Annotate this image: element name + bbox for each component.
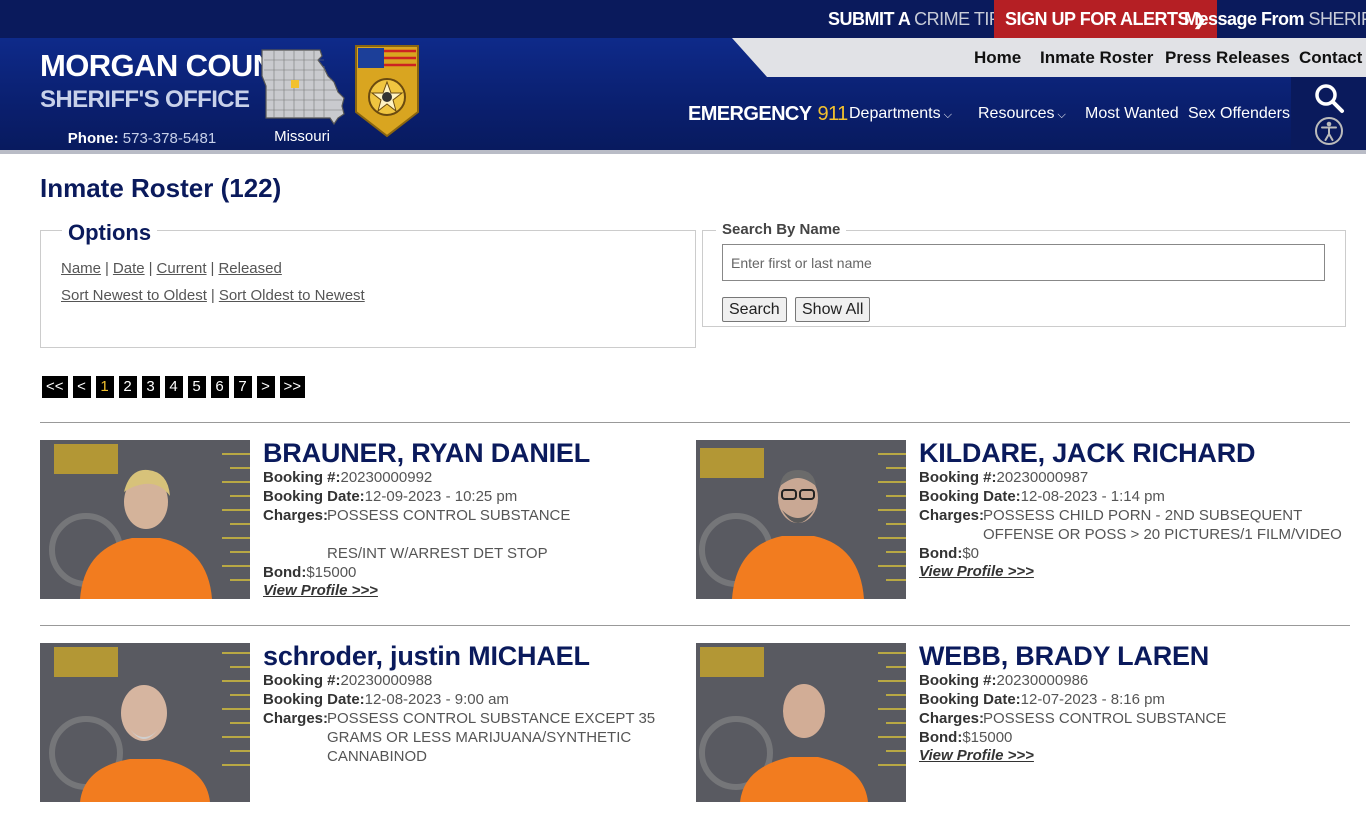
filter-released-link[interactable]: Released — [218, 260, 281, 277]
page-title: Inmate Roster (122) — [40, 173, 282, 203]
brand-subtitle[interactable]: SHERIFF'S OFFICE — [40, 86, 250, 114]
booking-date: Booking Date:12-08-2023 - 9:00 am — [263, 691, 509, 708]
booking-number: Booking #:20230000988 — [263, 672, 433, 689]
pagination: << < 1 2 3 4 5 6 7 > >> — [42, 376, 306, 398]
search-button[interactable]: Search — [722, 297, 787, 322]
inmate-name[interactable]: schroder, justin MICHAEL — [263, 641, 590, 672]
brand-title[interactable]: MORGAN COUNTY — [40, 48, 314, 84]
booking-number: Booking #:20230000986 — [919, 672, 1089, 689]
page-last-button[interactable]: >> — [279, 376, 306, 398]
inmate-card: BRAUNER, RYAN DANIEL Booking #:202300009… — [40, 438, 690, 610]
page-6-button[interactable]: 6 — [210, 376, 229, 398]
accessibility-icon[interactable] — [1313, 115, 1345, 147]
utility-bar: SUBMIT A CRIME TIP❯ SIGN UP FOR ALERTS❯ … — [0, 0, 1366, 38]
mugshot-image[interactable] — [696, 440, 906, 599]
booking-date: Booking Date:12-09-2023 - 10:25 pm — [263, 488, 518, 505]
phone-value: 573-378-5481 — [122, 130, 217, 147]
nav-press-releases[interactable]: Press Releases — [1165, 48, 1290, 68]
chevron-down-icon: ⌵ — [1057, 109, 1066, 121]
view-profile-link[interactable]: View Profile >>> — [263, 582, 378, 599]
row-divider — [40, 422, 1350, 423]
nav-home[interactable]: Home — [974, 48, 1021, 68]
submit-crime-tip-link[interactable]: SUBMIT A CRIME TIP❯ — [828, 0, 1018, 38]
sort-field-links: Name | Date | Current | Released — [61, 260, 282, 277]
inmate-name[interactable]: WEBB, BRADY LAREN — [919, 641, 1209, 672]
view-profile-link[interactable]: View Profile >>> — [919, 747, 1034, 764]
mugshot-image[interactable] — [696, 643, 906, 802]
phone-number: Phone: 573-378-5481 — [40, 130, 244, 147]
nav-resources[interactable]: Resources ⌵ — [978, 105, 1066, 123]
sort-order-links: Sort Newest to Oldest | Sort Oldest to New… — [61, 287, 365, 304]
nav-resources-label: Resources — [978, 105, 1055, 122]
missouri-label: Missouri — [274, 128, 330, 145]
nav-most-wanted[interactable]: Most Wanted — [1085, 105, 1179, 123]
mugshot-image[interactable] — [40, 440, 250, 599]
bond: Bond:$15000 — [263, 564, 357, 581]
sort-by-name-link[interactable]: Name — [61, 260, 101, 277]
sheriff-label-a: Message From — [1184, 9, 1309, 29]
row-divider — [40, 625, 1350, 626]
mugshot-image[interactable] — [40, 643, 250, 802]
bond: Bond:$0 — [919, 545, 980, 562]
page-first-button[interactable]: << — [42, 376, 68, 398]
search-legend: Search By Name — [716, 221, 847, 238]
sheriff-badge-logo — [355, 45, 419, 138]
page-next-button[interactable]: > — [256, 376, 275, 398]
missouri-map-icon — [261, 49, 345, 126]
booking-date: Booking Date:12-07-2023 - 8:16 pm — [919, 691, 1165, 708]
emergency-label: EMERGENCY — [688, 103, 812, 125]
search-input[interactable] — [722, 244, 1325, 281]
booking-number: Booking #:20230000987 — [919, 469, 1089, 486]
options-legend: Options — [62, 220, 158, 246]
emergency-number: 911 — [817, 103, 849, 125]
page-2-button[interactable]: 2 — [118, 376, 137, 398]
show-all-button[interactable]: Show All — [795, 297, 871, 322]
inmate-card: schroder, justin MICHAEL Booking #:20230… — [40, 641, 690, 813]
view-profile-link[interactable]: View Profile >>> — [919, 563, 1034, 580]
booking-number: Booking #:20230000992 — [263, 469, 433, 486]
inmate-card: WEBB, BRADY LAREN Booking #:20230000986 … — [696, 641, 1346, 813]
alerts-label-a: SIGN UP — [1005, 9, 1080, 29]
page-5-button[interactable]: 5 — [187, 376, 206, 398]
booking-date: Booking Date:12-08-2023 - 1:14 pm — [919, 488, 1165, 505]
search-icon[interactable] — [1313, 82, 1345, 114]
phone-label: Phone: — [67, 130, 123, 147]
inmate-card: KILDARE, JACK RICHARD Booking #:20230000… — [696, 438, 1346, 610]
header-divider — [0, 150, 1366, 154]
sort-newest-link[interactable]: Sort Newest to Oldest — [61, 287, 207, 304]
sheriff-label-b: SHERIFF — [1308, 9, 1366, 29]
message-from-sheriff-link[interactable]: Message From SHERIFF❯ — [1184, 0, 1366, 38]
inmate-name[interactable]: KILDARE, JACK RICHARD — [919, 438, 1256, 469]
crime-tip-label-a: SUBMIT A — [828, 9, 915, 29]
inmate-name[interactable]: BRAUNER, RYAN DANIEL — [263, 438, 590, 469]
nav-contact[interactable]: Contact — [1299, 48, 1362, 68]
bond: Bond:$15000 — [919, 729, 1013, 746]
nav-sex-offenders[interactable]: Sex Offenders — [1188, 105, 1290, 123]
nav-departments-label: Departments — [849, 105, 941, 122]
nav-inmate-roster[interactable]: Inmate Roster — [1040, 48, 1153, 68]
page-3-button[interactable]: 3 — [141, 376, 160, 398]
filter-current-link[interactable]: Current — [157, 260, 207, 277]
page-prev-button[interactable]: < — [72, 376, 91, 398]
page-7-button[interactable]: 7 — [233, 376, 252, 398]
emergency-callout: EMERGENCY 911 — [688, 103, 848, 126]
alerts-label-b: FOR ALERTS — [1079, 9, 1190, 29]
page-1-button[interactable]: 1 — [95, 376, 114, 398]
chevron-down-icon: ⌵ — [943, 109, 952, 121]
page-4-button[interactable]: 4 — [164, 376, 183, 398]
sort-oldest-link[interactable]: Sort Oldest to Newest — [219, 287, 365, 304]
nav-departments[interactable]: Departments ⌵ — [849, 105, 952, 123]
sort-by-date-link[interactable]: Date — [113, 260, 145, 277]
crime-tip-label-b: CRIME TIP — [914, 9, 1001, 29]
